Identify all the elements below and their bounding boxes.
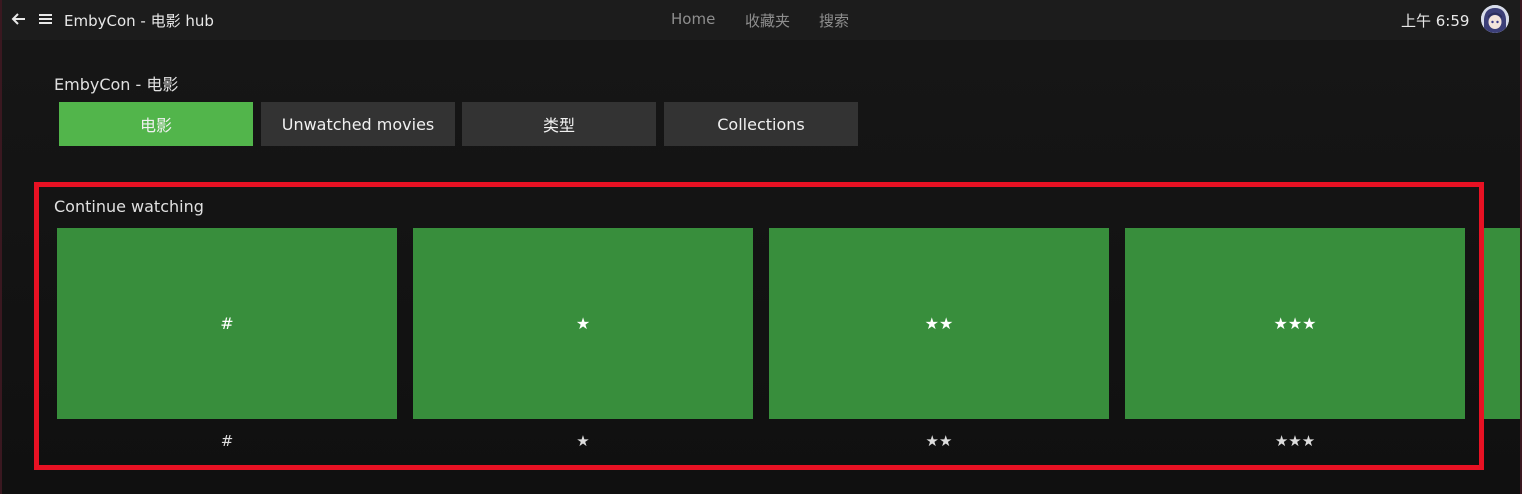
app-title: EmbyCon - 电影 hub xyxy=(64,12,214,30)
nav-search[interactable]: 搜索 xyxy=(819,10,849,31)
library-title: EmbyCon - 电影 xyxy=(54,75,179,94)
card-poster-text: ★★ xyxy=(924,314,954,333)
nav-favorites[interactable]: 收藏夹 xyxy=(745,10,790,31)
card-poster-text: ★ xyxy=(575,314,591,333)
nav-home[interactable]: Home xyxy=(671,10,715,28)
tab-collections[interactable]: Collections xyxy=(664,102,858,146)
card-poster-text: ★★★ xyxy=(1273,314,1317,333)
media-card[interactable]: # xyxy=(57,228,397,419)
tab-unwatched-movies[interactable]: Unwatched movies xyxy=(261,102,455,146)
card-label: # xyxy=(220,432,234,450)
avatar-image xyxy=(1481,5,1509,33)
media-card[interactable]: ★★★ xyxy=(1125,228,1465,419)
card-label: ★★ xyxy=(925,432,953,450)
media-card[interactable]: ★★ xyxy=(769,228,1109,419)
tab-movies[interactable]: 电影 xyxy=(59,102,253,146)
card-label: ★★★ xyxy=(1274,432,1316,450)
back-arrow-icon[interactable] xyxy=(11,11,27,27)
card-label: ★ xyxy=(576,432,590,450)
card-poster-text: # xyxy=(220,314,234,333)
tab-genres[interactable]: 类型 xyxy=(462,102,656,146)
continue-watching-title: Continue watching xyxy=(54,197,204,216)
media-card[interactable]: ★ xyxy=(413,228,753,419)
media-card-partial[interactable] xyxy=(1481,228,1522,419)
top-bar: EmbyCon - 电影 hub Home 收藏夹 搜索 上午 6:59 xyxy=(0,0,1522,40)
user-avatar[interactable] xyxy=(1481,5,1509,33)
clock: 上午 6:59 xyxy=(1401,12,1470,30)
hamburger-menu-icon[interactable] xyxy=(38,11,54,27)
